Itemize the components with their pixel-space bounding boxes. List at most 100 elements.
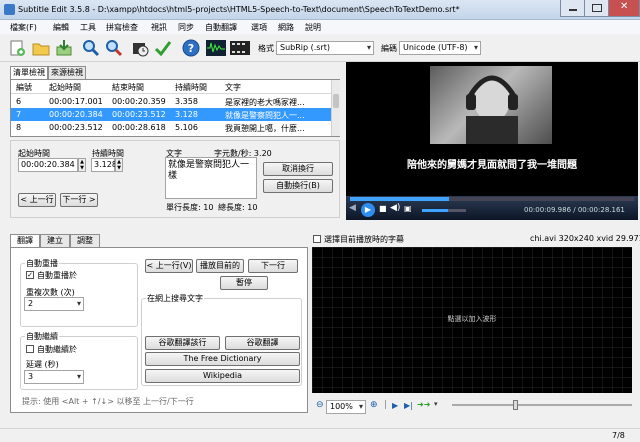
- volume-icon[interactable]: ◀): [390, 203, 400, 213]
- prev-line-v-button[interactable]: < 上一行(V): [145, 259, 193, 273]
- table-row-selected[interactable]: 7 00:00:20.384 00:00:23.512 3.128 就像是警察問…: [11, 108, 331, 121]
- format-select[interactable]: SubRip (.srt): [276, 41, 374, 55]
- col-start-time[interactable]: 起始時間: [49, 82, 81, 93]
- col-duration[interactable]: 持續時間: [175, 82, 207, 93]
- help-icon[interactable]: ?: [180, 37, 202, 59]
- play-next-icon[interactable]: ▶|: [404, 401, 413, 410]
- autocontinue-checkbox[interactable]: [26, 345, 34, 353]
- next-line-button-2[interactable]: 下一行: [248, 259, 298, 273]
- col-text[interactable]: 文字: [225, 82, 241, 93]
- play-icon[interactable]: ▶: [361, 203, 375, 217]
- replace-icon[interactable]: [103, 37, 125, 59]
- duration-spinner[interactable]: ▲ ▼: [115, 158, 123, 172]
- menu-options[interactable]: 選項: [251, 22, 267, 33]
- start-time-spinner[interactable]: ▲ ▼: [78, 158, 86, 172]
- single-line-length: 單行長度: 10: [166, 203, 214, 212]
- minimize-button[interactable]: [560, 0, 586, 17]
- tab-translate[interactable]: 翻譯: [10, 234, 40, 247]
- find-icon[interactable]: [80, 37, 102, 59]
- menu-networking[interactable]: 網路: [278, 22, 294, 33]
- subtitle-text-area[interactable]: 就像是警察問犯人一樣: [165, 157, 257, 199]
- visual-sync-icon[interactable]: [129, 37, 151, 59]
- save-icon[interactable]: [53, 37, 75, 59]
- zoom-select[interactable]: 100%: [326, 400, 366, 414]
- col-end-time[interactable]: 結束時間: [112, 82, 144, 93]
- volume-slider[interactable]: [422, 209, 466, 212]
- cell-start: 00:00:20.384: [49, 110, 103, 119]
- close-icon: ✕: [620, 1, 629, 12]
- autorepeat-checkbox[interactable]: ✓: [26, 271, 34, 279]
- open-icon[interactable]: [30, 37, 52, 59]
- menu-autotranslate[interactable]: 自動翻譯: [205, 22, 237, 33]
- video-subtitle: 陪他來的舅媽才見面就問了我一堆問題: [407, 160, 577, 171]
- prev-line-button[interactable]: < 上一行: [18, 193, 56, 207]
- tab-adjust[interactable]: 調整: [70, 234, 100, 247]
- video-player[interactable]: 陪他來的舅媽才見面就問了我一堆問題 ◀ ▶ ■ ◀) ▣ 00:00:09.98…: [346, 62, 638, 220]
- next-line-button[interactable]: 下一行 >: [60, 193, 98, 207]
- zoom-out-icon[interactable]: ⊖: [316, 400, 324, 410]
- start-time-input[interactable]: 00:00:20.384: [18, 158, 78, 172]
- duration-input[interactable]: 3.128: [91, 158, 117, 172]
- person-with-headphones-image: [466, 75, 518, 144]
- grid-scrollbar[interactable]: [331, 80, 340, 136]
- autobreak-button[interactable]: 自動換行(B): [263, 179, 333, 193]
- tab-list-view[interactable]: 清單檢視: [10, 66, 48, 79]
- play-current-button[interactable]: 播放目前的: [196, 259, 244, 273]
- new-icon[interactable]: [6, 37, 28, 59]
- menu-help[interactable]: 說明: [305, 22, 321, 33]
- rewind-icon[interactable]: ◀: [349, 203, 356, 213]
- window-title: Subtitle Edit 3.5.8 - D:\xampp\htdocs\ht…: [18, 5, 460, 14]
- menu-tools[interactable]: 工具: [80, 22, 96, 33]
- toolbar: ? 格式 SubRip (.srt) 編碼 Unicode (UTF-8): [0, 34, 640, 62]
- menu-sync[interactable]: 同步: [178, 22, 194, 33]
- pause-button[interactable]: 暫停: [220, 276, 268, 290]
- zoom-in-icon[interactable]: ⊕: [370, 400, 378, 410]
- total-length: 總長度: 10: [218, 203, 258, 212]
- fullscreen-icon[interactable]: ▣: [404, 204, 412, 213]
- table-row[interactable]: 8 00:00:23.512 00:00:28.618 5.106 我頁憩開上噶…: [11, 122, 331, 134]
- cell-end: 00:00:28.618: [112, 123, 166, 132]
- cell-number: 6: [16, 97, 22, 106]
- google-translate-button[interactable]: 谷歌翻譯: [225, 336, 300, 350]
- encoding-select[interactable]: Unicode (UTF-8): [399, 41, 481, 55]
- maximize-button[interactable]: [584, 0, 610, 17]
- waveform-position-slider[interactable]: [452, 400, 632, 410]
- video-icon[interactable]: [229, 37, 251, 59]
- unbreak-button[interactable]: 取消換行: [263, 162, 333, 176]
- video-info: chi.avi 320x240 xvid 29.971: [530, 234, 640, 243]
- google-translate-line-button[interactable]: 谷歌翻譯該行: [145, 336, 220, 350]
- table-row[interactable]: 6 00:00:17.001 00:00:20.359 3.358 是冢裡的老大…: [11, 96, 331, 108]
- title-bar: Subtitle Edit 3.5.8 - D:\xampp\htdocs\ht…: [0, 0, 640, 20]
- forward-arrows-icon[interactable]: ➜➜: [417, 400, 430, 409]
- tab-create[interactable]: 建立: [40, 234, 70, 247]
- dropdown-arrow-icon[interactable]: ▾: [434, 400, 438, 408]
- waveform-canvas[interactable]: 點選以加入波形: [312, 247, 632, 393]
- close-button[interactable]: ✕: [608, 0, 640, 17]
- cell-start: 00:00:23.512: [49, 123, 103, 132]
- format-label: 格式: [258, 44, 274, 53]
- cell-duration: 3.358: [175, 97, 198, 106]
- svg-text:?: ?: [188, 42, 194, 55]
- menu-edit[interactable]: 編輯: [53, 22, 69, 33]
- wikipedia-button[interactable]: Wikipedia: [145, 369, 300, 383]
- tab-source-view[interactable]: 來源檢視: [48, 66, 86, 79]
- col-number[interactable]: 編號: [16, 82, 32, 93]
- free-dictionary-button[interactable]: The Free Dictionary: [145, 352, 300, 366]
- menu-spellcheck[interactable]: 拼寫檢查: [106, 22, 138, 33]
- cell-start: 00:00:17.001: [49, 97, 103, 106]
- select-current-label: 選擇目前播放時的字幕: [324, 235, 404, 244]
- stop-icon[interactable]: ■: [379, 204, 387, 213]
- menu-video[interactable]: 視訊: [151, 22, 167, 33]
- repeat-count-select[interactable]: 2: [24, 297, 84, 311]
- play-waveform-icon[interactable]: ▶: [392, 401, 398, 410]
- menu-bar: 檔案(F) 編輯 工具 拼寫檢查 視訊 同步 自動翻譯 選項 網路 說明: [0, 20, 640, 34]
- video-seekbar[interactable]: [350, 197, 634, 201]
- cell-duration: 5.106: [175, 123, 198, 132]
- cell-text: 我頁憩開上噶，什麼...: [225, 124, 305, 133]
- menu-file[interactable]: 檔案(F): [10, 22, 37, 33]
- spellcheck-icon[interactable]: [152, 37, 174, 59]
- waveform-icon[interactable]: [205, 37, 227, 59]
- delay-select[interactable]: 3: [24, 370, 84, 384]
- select-current-checkbox[interactable]: [313, 235, 321, 243]
- cell-number: 7: [16, 110, 22, 119]
